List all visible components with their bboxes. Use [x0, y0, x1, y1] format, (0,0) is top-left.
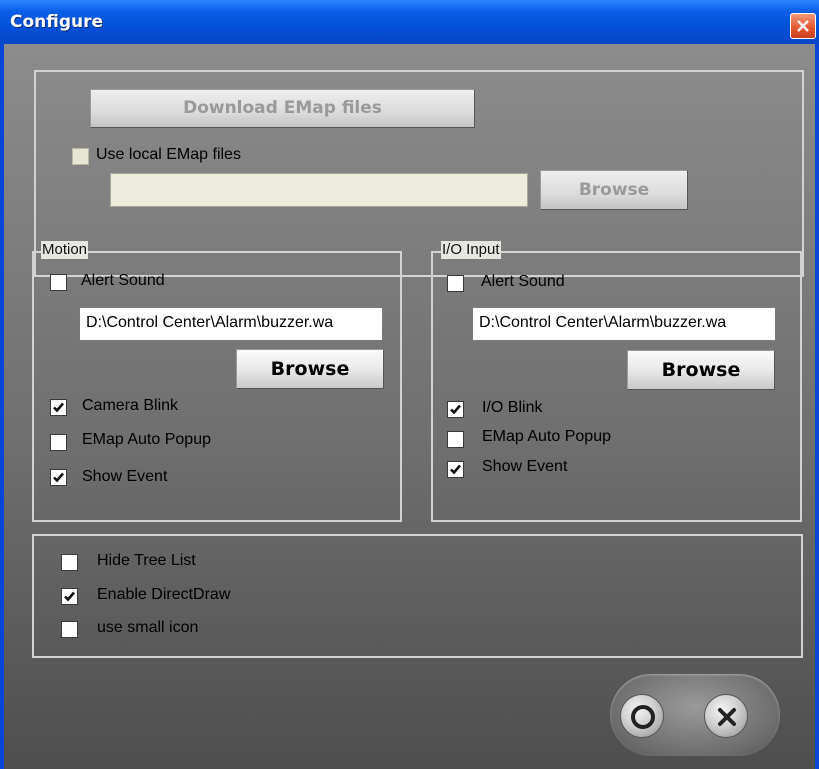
- close-button[interactable]: [790, 13, 816, 39]
- io-browse-button[interactable]: Browse: [627, 350, 775, 390]
- camera-blink-label: Camera Blink: [82, 397, 179, 414]
- hide-tree-list-checkbox[interactable]: [61, 554, 78, 571]
- motion-emap-popup-label: EMap Auto Popup: [82, 431, 211, 448]
- window-title: Configure: [10, 12, 104, 32]
- io-input-legend: I/O Input: [441, 241, 501, 259]
- close-icon: [797, 20, 809, 32]
- checkmark-icon: [450, 404, 461, 415]
- checkmark-icon: [53, 402, 64, 413]
- io-show-event-checkbox[interactable]: [447, 461, 464, 478]
- io-emap-popup-label: EMap Auto Popup: [482, 428, 611, 445]
- io-emap-popup-checkbox[interactable]: [447, 431, 464, 448]
- motion-browse-button[interactable]: Browse: [236, 349, 384, 389]
- emap-path-field[interactable]: [110, 173, 528, 207]
- enable-directdraw-checkbox[interactable]: [61, 588, 78, 605]
- cancel-button[interactable]: [704, 694, 748, 738]
- enable-directdraw-label: Enable DirectDraw: [97, 586, 231, 603]
- configure-dialog: Configure Download EMap files Use local …: [0, 0, 819, 769]
- checkmark-icon: [53, 472, 64, 483]
- title-bar: Configure: [0, 0, 819, 44]
- motion-show-event-label: Show Event: [82, 468, 168, 485]
- ok-button[interactable]: [620, 694, 664, 738]
- motion-legend: Motion: [41, 241, 89, 259]
- camera-blink-checkbox[interactable]: [50, 399, 67, 416]
- io-show-event-label: Show Event: [482, 458, 568, 475]
- download-emap-button[interactable]: Download EMap files: [90, 89, 475, 128]
- motion-show-event-checkbox[interactable]: [50, 469, 67, 486]
- use-local-emap-label: Use local EMap files: [96, 146, 241, 163]
- io-sound-path-field[interactable]: D:\Control Center\Alarm\buzzer.wa: [472, 307, 776, 341]
- use-small-icon-label: use small icon: [97, 619, 199, 636]
- checkmark-icon: [450, 464, 461, 475]
- checkmark-icon: [64, 591, 75, 602]
- motion-alert-sound-checkbox[interactable]: [50, 274, 67, 291]
- ok-circle-icon: [631, 705, 655, 729]
- io-blink-checkbox[interactable]: [447, 401, 464, 418]
- io-alert-sound-checkbox[interactable]: [447, 275, 464, 292]
- use-local-emap-checkbox[interactable]: [72, 148, 89, 165]
- emap-browse-button[interactable]: Browse: [540, 170, 688, 210]
- motion-sound-path-field[interactable]: D:\Control Center\Alarm\buzzer.wa: [79, 307, 383, 341]
- io-blink-label: I/O Blink: [482, 399, 543, 416]
- cancel-x-icon: [718, 708, 736, 726]
- motion-emap-popup-checkbox[interactable]: [50, 434, 67, 451]
- use-small-icon-checkbox[interactable]: [61, 621, 78, 638]
- hide-tree-list-label: Hide Tree List: [97, 552, 196, 569]
- motion-alert-sound-label: Alert Sound: [81, 272, 165, 289]
- io-alert-sound-label: Alert Sound: [481, 273, 565, 290]
- dialog-body: Download EMap files Use local EMap files…: [4, 44, 815, 769]
